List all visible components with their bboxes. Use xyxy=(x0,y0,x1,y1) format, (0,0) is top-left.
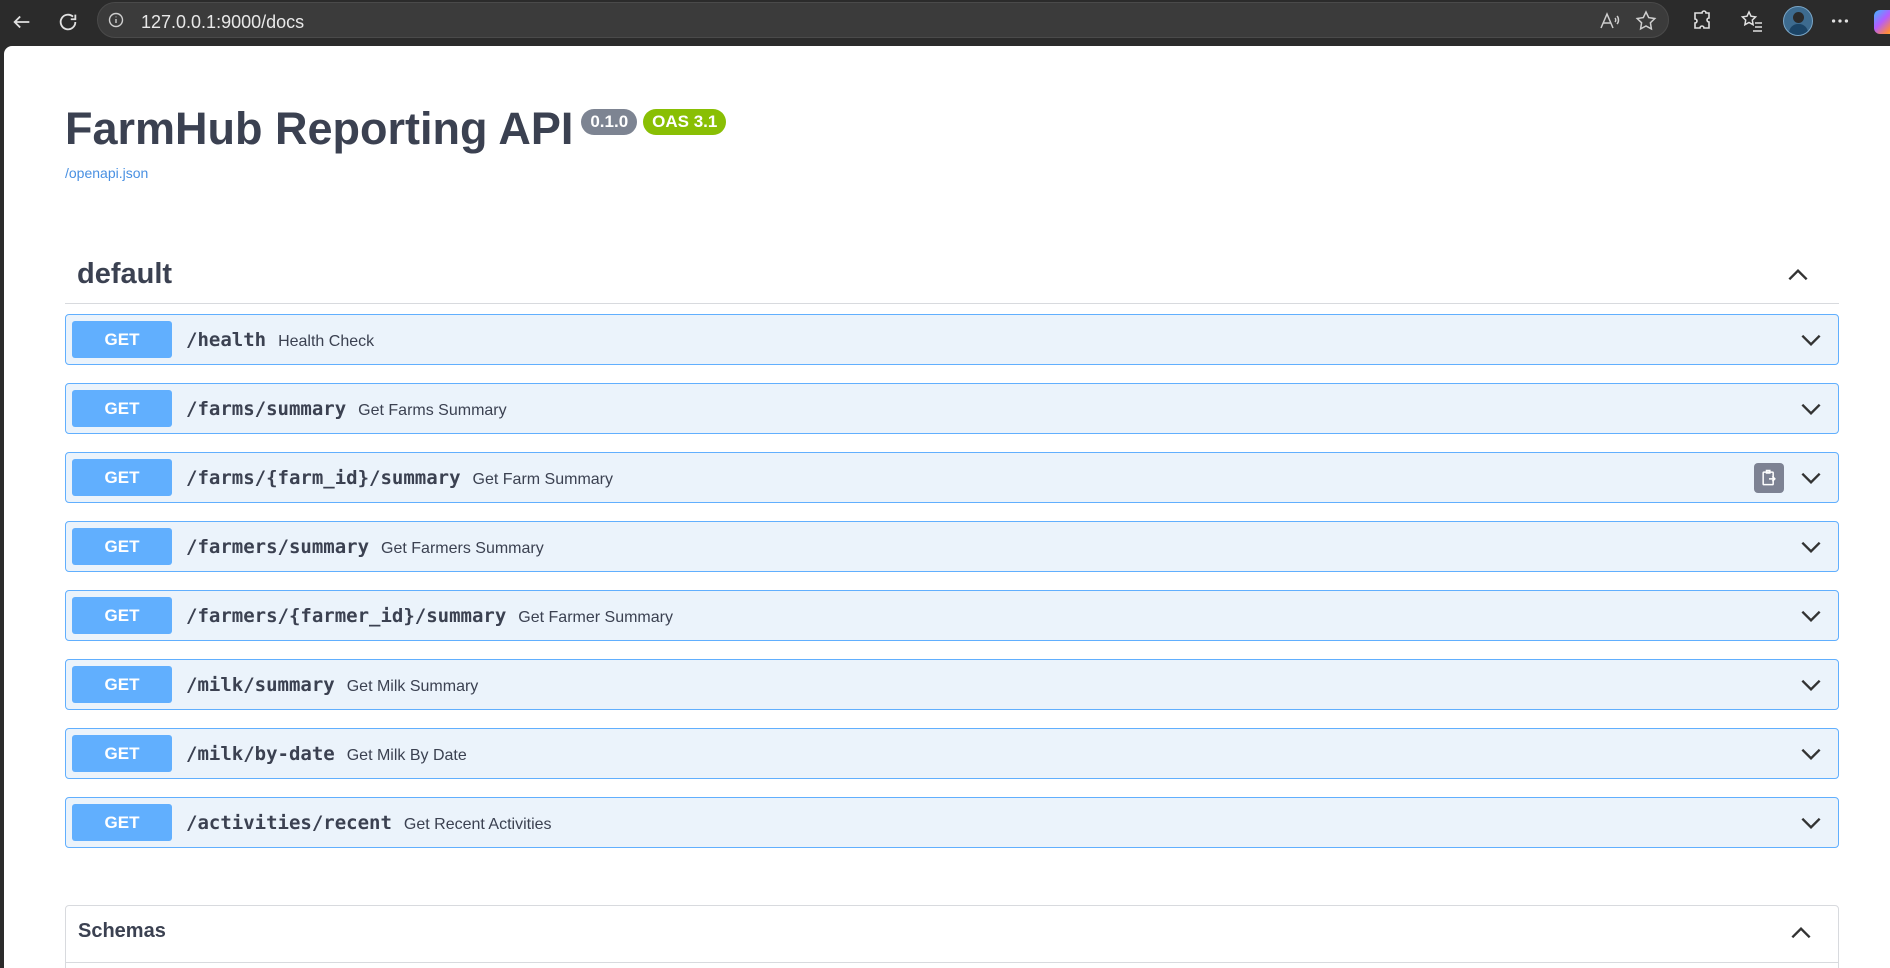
version-badge: 0.1.0 xyxy=(581,109,638,135)
api-title: FarmHub Reporting API xyxy=(65,103,574,154)
method-badge: GET xyxy=(72,597,172,634)
chevron-up-icon[interactable] xyxy=(1788,920,1814,946)
browser-toolbar: 127.0.0.1:9000/docs xyxy=(0,0,1890,44)
operation-summary: Get Milk By Date xyxy=(346,747,467,764)
api-info: FarmHub Reporting API 0.1.0 OAS 3.1 xyxy=(65,103,727,155)
url-text[interactable]: 127.0.0.1:9000/docs xyxy=(141,12,304,33)
chevron-down-icon[interactable] xyxy=(1798,534,1824,560)
tag-title: default xyxy=(77,258,173,290)
operation-path: /farms/summary xyxy=(186,398,347,420)
operation-farms-summary[interactable]: GET /farms/summary Get Farms Summary xyxy=(65,383,1839,434)
operation-activities-recent[interactable]: GET /activities/recent Get Recent Activit… xyxy=(65,797,1839,848)
operation-milk-summary[interactable]: GET /milk/summary Get Milk Summary xyxy=(65,659,1839,710)
favorites-list-icon xyxy=(1740,10,1762,32)
operation-farm-summary[interactable]: GET /farms/{farm_id}/summary Get Farm Sum… xyxy=(65,452,1839,503)
clipboard-icon xyxy=(1762,469,1776,486)
oas-badge: OAS 3.1 xyxy=(643,109,727,135)
operation-path: /activities/recent xyxy=(186,812,392,834)
ellipsis-icon xyxy=(1831,19,1849,23)
chevron-down-icon[interactable] xyxy=(1798,810,1824,836)
divider xyxy=(66,962,1838,963)
operation-summary: Get Recent Activities xyxy=(403,816,552,833)
chevron-down-icon[interactable] xyxy=(1798,741,1824,767)
read-aloud-icon[interactable] xyxy=(1597,9,1621,33)
operation-summary: Get Farm Summary xyxy=(472,471,614,488)
chevron-down-icon[interactable] xyxy=(1798,327,1824,353)
chevron-down-icon[interactable] xyxy=(1798,396,1824,422)
operation-farmers-summary[interactable]: GET /farmers/summary Get Farmers Summary xyxy=(65,521,1839,572)
method-badge: GET xyxy=(72,321,172,358)
operation-summary: Health Check xyxy=(278,333,375,350)
operation-milk-by-date[interactable]: GET /milk/by-date Get Milk By Date xyxy=(65,728,1839,779)
profile-avatar[interactable] xyxy=(1783,6,1813,36)
chevron-down-icon[interactable] xyxy=(1798,465,1824,491)
info-icon[interactable] xyxy=(108,12,124,28)
operation-health[interactable]: GET /health Health Check xyxy=(65,314,1839,365)
favorite-star-icon[interactable] xyxy=(1634,9,1658,33)
method-badge: GET xyxy=(72,528,172,565)
back-button[interactable] xyxy=(6,6,38,38)
operation-summary: Get Farmers Summary xyxy=(381,540,544,557)
operation-summary: Get Farms Summary xyxy=(358,402,507,419)
copilot-icon[interactable] xyxy=(1874,10,1890,34)
arrow-left-icon xyxy=(13,15,30,29)
favorites-button[interactable] xyxy=(1738,7,1766,35)
refresh-icon xyxy=(59,13,77,31)
operation-farmer-summary[interactable]: GET /farmers/{farmer_id}/summary Get Farm… xyxy=(65,590,1839,641)
refresh-button[interactable] xyxy=(52,6,84,38)
operation-summary: Get Milk Summary xyxy=(346,678,479,695)
chevron-up-icon[interactable] xyxy=(1785,262,1811,288)
operation-path: /farms/{farm_id}/summary xyxy=(186,467,461,489)
method-badge: GET xyxy=(72,390,172,427)
operation-summary: Get Farmer Summary xyxy=(518,609,673,626)
address-bar[interactable]: 127.0.0.1:9000/docs xyxy=(97,2,1669,38)
more-options-button[interactable] xyxy=(1826,7,1854,35)
operation-path: /milk/by-date xyxy=(186,743,335,765)
page-content: FarmHub Reporting API 0.1.0 OAS 3.1 /ope… xyxy=(4,46,1890,968)
chevron-down-icon[interactable] xyxy=(1798,603,1824,629)
chevron-down-icon[interactable] xyxy=(1798,672,1824,698)
operation-path: /health xyxy=(186,329,267,351)
operation-path: /farmers/{farmer_id}/summary xyxy=(186,605,507,627)
puzzle-icon xyxy=(1694,10,1710,29)
method-badge: GET xyxy=(72,735,172,772)
openapi-json-link[interactable]: /openapi.json xyxy=(65,165,148,181)
schemas-section[interactable]: Schemas xyxy=(65,905,1839,968)
tag-default-header[interactable]: default xyxy=(65,244,1839,304)
copy-to-clipboard-button[interactable] xyxy=(1754,463,1784,493)
method-badge: GET xyxy=(72,804,172,841)
extensions-button[interactable] xyxy=(1688,7,1716,35)
operation-path: /milk/summary xyxy=(186,674,335,696)
schemas-title: Schemas xyxy=(78,920,166,942)
method-badge: GET xyxy=(72,666,172,703)
operation-path: /farmers/summary xyxy=(186,536,370,558)
method-badge: GET xyxy=(72,459,172,496)
